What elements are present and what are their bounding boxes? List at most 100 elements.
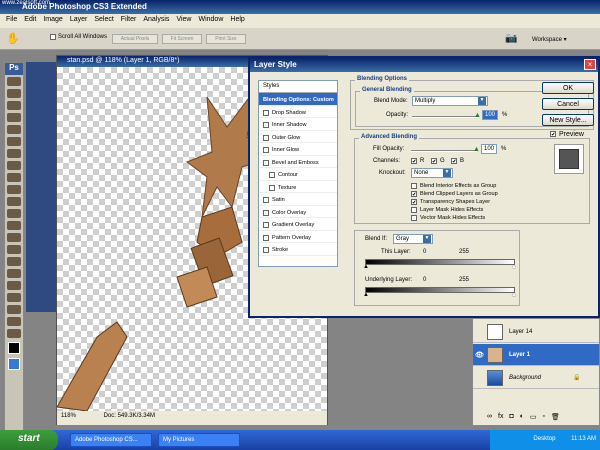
chevron-down-icon[interactable]: ▼: [443, 169, 451, 177]
pen-tool-icon[interactable]: [7, 245, 21, 254]
menu-file[interactable]: File: [6, 16, 17, 26]
eye-visibility-icon[interactable]: 👁: [475, 351, 484, 359]
styles-header[interactable]: Styles: [259, 81, 337, 93]
eraser-tool-icon[interactable]: [7, 197, 21, 206]
blend-mode-select[interactable]: Multiply ▼: [412, 96, 488, 106]
channel-g[interactable]: G: [431, 158, 445, 164]
style-checkbox[interactable]: [263, 159, 269, 166]
ok-button[interactable]: OK: [542, 82, 594, 94]
dialog-title-bar[interactable]: Layer Style: [250, 58, 598, 72]
this-layer-white-handle[interactable]: ▲: [511, 264, 517, 270]
advanced-checkbox[interactable]: [411, 207, 417, 213]
chevron-down-icon[interactable]: ▼: [478, 97, 486, 105]
adjustment-icon[interactable]: ◐: [520, 413, 524, 425]
quick-mask-icon[interactable]: [8, 358, 20, 370]
layer-row-background[interactable]: Background 🔒: [473, 367, 599, 389]
underlying-black-handle[interactable]: ▲: [363, 292, 369, 298]
opacity-slider[interactable]: [412, 116, 478, 118]
new-layer-icon[interactable]: ▫: [543, 413, 545, 425]
style-checkbox[interactable]: [263, 234, 269, 241]
brush-tool-icon[interactable]: [7, 161, 21, 170]
gradient-tool-icon[interactable]: [7, 209, 21, 218]
channel-r[interactable]: R: [411, 158, 424, 164]
eyedropper-icon[interactable]: [7, 305, 21, 314]
advanced-check-option[interactable]: Blend Interior Effects as Group: [411, 182, 498, 190]
style-item[interactable]: Drop Shadow: [259, 106, 337, 118]
menu-window[interactable]: Window: [198, 16, 223, 26]
advanced-checkbox[interactable]: [411, 215, 417, 221]
advanced-checkbox[interactable]: [411, 199, 417, 205]
menu-image[interactable]: Image: [43, 16, 62, 26]
this-layer-slider[interactable]: [365, 259, 515, 265]
history-brush-icon[interactable]: [7, 185, 21, 194]
style-item[interactable]: Pattern Overlay: [259, 231, 337, 243]
style-checkbox[interactable]: [263, 222, 269, 229]
advanced-check-option[interactable]: Transparency Shapes Layer: [411, 198, 498, 206]
path-selection-icon[interactable]: [7, 269, 21, 278]
channel-g-checkbox[interactable]: [431, 158, 437, 164]
zoom-tool-icon[interactable]: [7, 329, 21, 338]
opacity-slider-handle[interactable]: ▲: [474, 112, 481, 119]
magic-wand-tool-icon[interactable]: [7, 113, 21, 122]
channel-b-checkbox[interactable]: [451, 158, 457, 164]
underlying-layer-slider[interactable]: [365, 287, 515, 293]
style-item[interactable]: Contour: [259, 168, 337, 181]
channel-r-checkbox[interactable]: [411, 158, 417, 164]
advanced-check-option[interactable]: Layer Mask Hides Effects: [411, 206, 498, 214]
menu-filter[interactable]: Filter: [121, 16, 137, 26]
fill-opacity-slider-handle[interactable]: ▲: [473, 146, 480, 153]
fill-opacity-input[interactable]: 100: [481, 144, 497, 154]
style-item[interactable]: Inner Shadow: [259, 118, 337, 131]
style-checkbox[interactable]: [269, 184, 275, 191]
foreground-color-swatch[interactable]: [8, 342, 20, 354]
workspace-menu[interactable]: Workspace ▾: [532, 36, 567, 43]
camera-icon[interactable]: 📷: [505, 33, 517, 44]
style-item[interactable]: Texture: [259, 181, 337, 193]
scroll-all-windows-option[interactable]: Scroll All Windows: [50, 34, 107, 40]
preview-option[interactable]: Preview: [550, 131, 584, 138]
style-item[interactable]: Inner Glow: [259, 143, 337, 156]
style-item[interactable]: Color Overlay: [259, 206, 337, 218]
menu-select[interactable]: Select: [94, 16, 113, 26]
lasso-tool-icon[interactable]: [7, 101, 21, 110]
style-checkbox[interactable]: [263, 209, 269, 216]
clone-stamp-icon[interactable]: [7, 173, 21, 182]
menu-edit[interactable]: Edit: [24, 16, 36, 26]
folder-icon[interactable]: ▭: [530, 413, 537, 425]
knockout-select[interactable]: None ▼: [411, 168, 453, 178]
zoom-level[interactable]: 118%: [61, 413, 76, 419]
chevron-down-icon[interactable]: ▼: [423, 235, 431, 243]
style-item[interactable]: Blending Options: Custom: [259, 93, 337, 106]
move-tool-icon[interactable]: [7, 77, 21, 86]
close-icon[interactable]: ×: [584, 59, 596, 70]
advanced-check-option[interactable]: Blend Clipped Layers as Group: [411, 190, 498, 198]
link-layers-icon[interactable]: ∞: [487, 413, 492, 425]
style-checkbox[interactable]: [263, 147, 269, 154]
this-layer-black-handle[interactable]: ▲: [363, 264, 369, 270]
dodge-tool-icon[interactable]: [7, 233, 21, 242]
scroll-all-windows-checkbox[interactable]: [50, 34, 56, 40]
style-checkbox[interactable]: [263, 134, 269, 141]
blend-if-select[interactable]: Gray ▼: [393, 234, 433, 244]
slice-tool-icon[interactable]: [7, 137, 21, 146]
fx-icon[interactable]: fx: [498, 413, 503, 425]
type-tool-icon[interactable]: [7, 257, 21, 266]
preview-checkbox[interactable]: [550, 131, 556, 137]
menu-view[interactable]: View: [176, 16, 191, 26]
new-style-button[interactable]: New Style...: [542, 114, 594, 126]
menu-analysis[interactable]: Analysis: [143, 16, 169, 26]
marquee-tool-icon[interactable]: [7, 89, 21, 98]
crop-tool-icon[interactable]: [7, 125, 21, 134]
healing-brush-icon[interactable]: [7, 149, 21, 158]
notes-tool-icon[interactable]: [7, 293, 21, 302]
advanced-check-option[interactable]: Vector Mask Hides Effects: [411, 214, 498, 222]
style-checkbox[interactable]: [263, 109, 269, 116]
style-item[interactable]: Bevel and Emboss: [259, 156, 337, 168]
menu-layer[interactable]: Layer: [70, 16, 88, 26]
desktop-toolbar[interactable]: Desktop: [533, 436, 555, 442]
fit-screen-button[interactable]: Fit Screen: [162, 34, 202, 44]
menu-help[interactable]: Help: [230, 16, 244, 26]
style-checkbox[interactable]: [263, 197, 269, 204]
hand-tool-icon[interactable]: ✋: [6, 32, 20, 45]
blur-tool-icon[interactable]: [7, 221, 21, 230]
